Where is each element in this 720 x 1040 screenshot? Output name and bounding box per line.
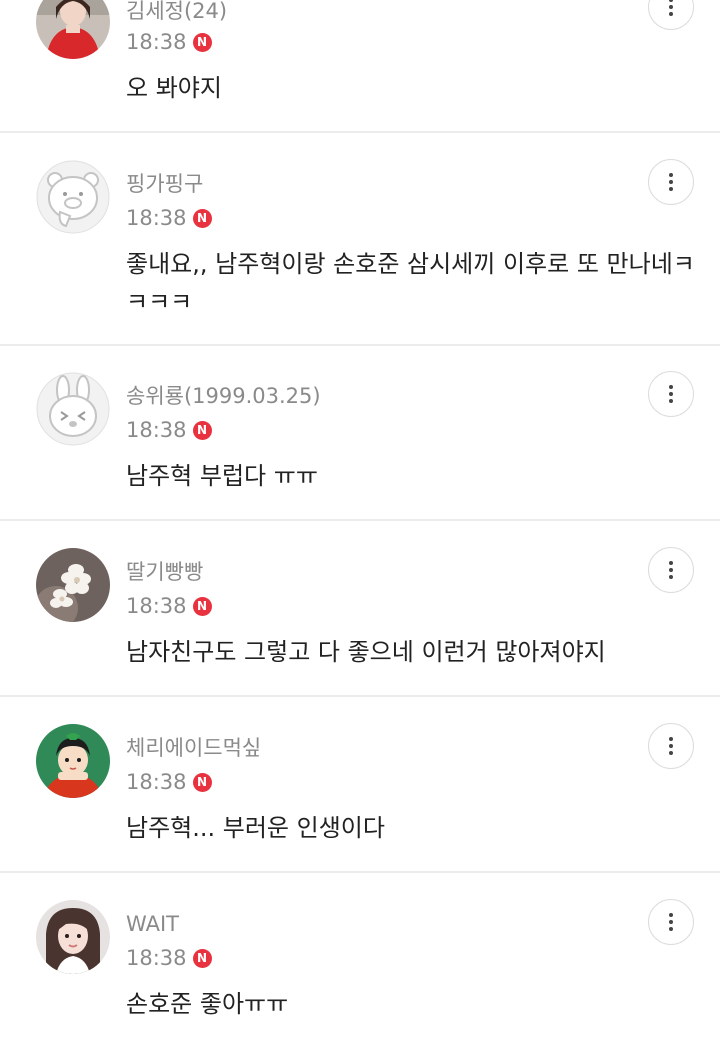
more-dots-icon-dot	[669, 392, 673, 396]
more-dots-icon-dot	[669, 751, 673, 755]
more-dots-icon	[669, 913, 673, 917]
new-badge: N	[192, 948, 212, 968]
comment-meta: 18:38 N	[126, 944, 212, 972]
comment-text: 좋내요,, 남주혁이랑 손호준 삼시세끼 이후로 또 만나네ㅋㅋㅋㅋ	[126, 250, 695, 316]
comment-time: 18:38	[126, 770, 187, 794]
comment-time: 18:38	[126, 594, 187, 618]
comment-text: 남자친구도 그렇고 다 좋으네 이런거 많아져야지	[126, 638, 606, 666]
comment-meta: 18:38 N	[126, 416, 212, 444]
more-dots-icon-dot	[669, 5, 673, 9]
new-badge: N	[192, 420, 212, 440]
more-dots-icon	[669, 561, 673, 565]
more-options-button[interactable]	[648, 0, 694, 30]
comment-meta: 18:38 N	[126, 28, 212, 56]
more-dots-icon-dot	[669, 399, 673, 403]
new-badge: N	[192, 208, 212, 228]
more-options-button[interactable]	[648, 723, 694, 769]
avatar[interactable]	[36, 372, 110, 446]
more-dots-icon-dot	[669, 744, 673, 748]
divider	[0, 131, 720, 133]
comment-author[interactable]: 핑가핑구	[126, 171, 203, 197]
new-badge: N	[192, 32, 212, 52]
more-dots-icon-dot	[669, 920, 673, 924]
more-dots-icon-dot	[669, 187, 673, 191]
comment-text: 손호준 좋아ㅠㅠ	[126, 990, 289, 1018]
more-dots-icon-dot	[669, 180, 673, 184]
avatar[interactable]	[36, 160, 110, 234]
comment-author[interactable]: WAIT	[126, 911, 179, 937]
comment-time: 18:38	[126, 30, 187, 54]
avatar[interactable]	[36, 724, 110, 798]
avatar[interactable]	[36, 548, 110, 622]
comment-text: 오 봐야지	[126, 74, 222, 102]
more-options-button[interactable]	[648, 547, 694, 593]
comment-time: 18:38	[126, 206, 187, 230]
comment-text: 남주혁 부럽다 ㅠㅠ	[126, 462, 318, 490]
more-options-button[interactable]	[648, 899, 694, 945]
comment-author[interactable]: 송위룡(1999.03.25)	[126, 383, 321, 409]
comment-meta: 18:38 N	[126, 768, 212, 796]
comment-time: 18:38	[126, 418, 187, 442]
more-dots-icon	[669, 0, 673, 2]
new-badge: N	[192, 772, 212, 792]
comment-author[interactable]: 김세정(24)	[126, 0, 227, 24]
comment-author[interactable]: 딸기빵빵	[126, 559, 203, 585]
comment-meta: 18:38 N	[126, 592, 212, 620]
more-dots-icon	[669, 173, 673, 177]
new-badge: N	[192, 596, 212, 616]
divider	[0, 871, 720, 873]
more-dots-icon	[669, 385, 673, 389]
comment-author[interactable]: 체리에이드먹싶	[126, 735, 261, 761]
more-dots-icon-dot	[669, 927, 673, 931]
divider	[0, 519, 720, 521]
more-dots-icon-dot	[669, 575, 673, 579]
divider	[0, 344, 720, 346]
avatar[interactable]	[36, 0, 110, 59]
more-dots-icon-dot	[669, 12, 673, 16]
comment-meta: 18:38 N	[126, 204, 212, 232]
avatar[interactable]	[36, 900, 110, 974]
more-dots-icon-dot	[669, 568, 673, 572]
divider	[0, 695, 720, 697]
more-options-button[interactable]	[648, 371, 694, 417]
more-dots-icon	[669, 737, 673, 741]
more-options-button[interactable]	[648, 159, 694, 205]
comment-text: 남주혁... 부러운 인생이다	[126, 814, 385, 842]
comment-time: 18:38	[126, 946, 187, 970]
